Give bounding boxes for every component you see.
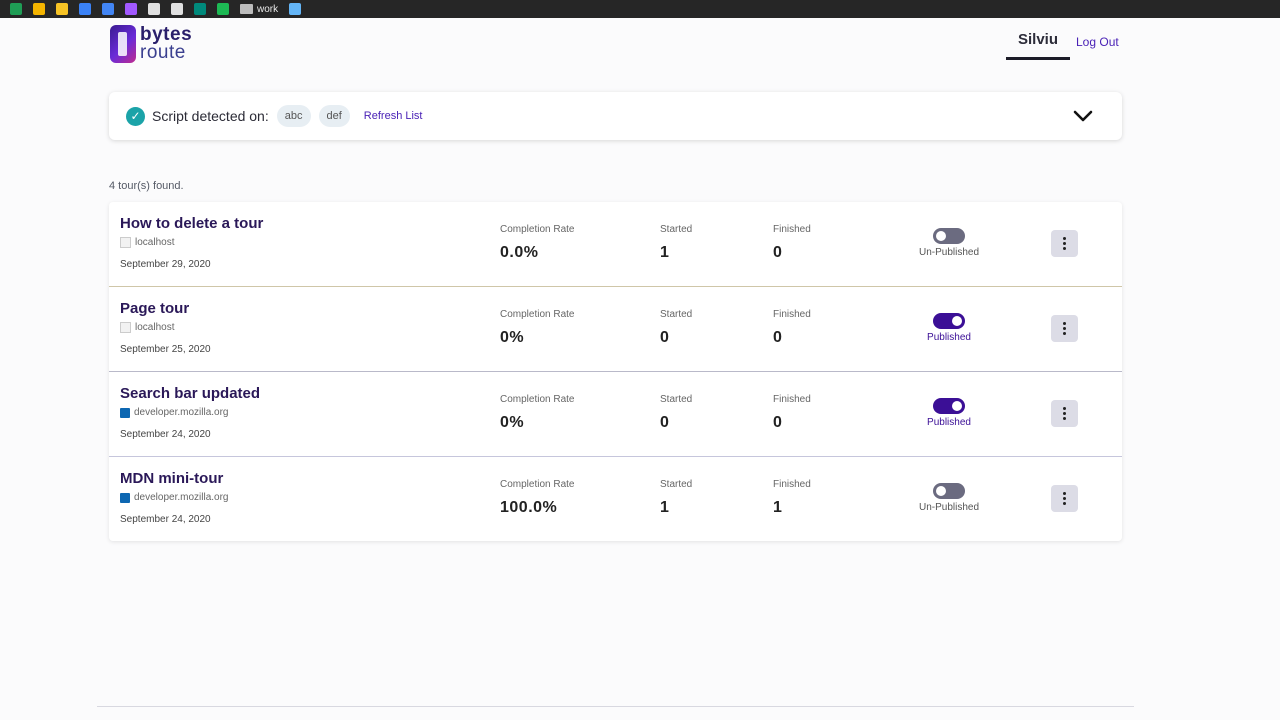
tour-host-text: localhost <box>135 237 175 248</box>
publish-status-label: Published <box>927 332 971 343</box>
chevron-down-icon[interactable] <box>1072 105 1094 127</box>
domain-chip: abc <box>276 105 311 127</box>
finished-label: Finished <box>773 224 811 235</box>
folder-icon <box>240 4 253 14</box>
finished-value: 0 <box>773 329 783 346</box>
sheets-icon[interactable] <box>10 3 22 15</box>
mdn-favicon-icon <box>120 407 130 418</box>
finished-label: Finished <box>773 309 811 320</box>
domain-chip: def <box>318 105 350 127</box>
tour-list: How to delete a tour localhost September… <box>109 202 1122 541</box>
tour-date: September 29, 2020 <box>120 259 211 270</box>
more-options-button[interactable] <box>1051 485 1078 512</box>
completion-rate-label: Completion Rate <box>500 224 575 235</box>
spotify-icon[interactable] <box>217 3 229 15</box>
finished-label: Finished <box>773 394 811 405</box>
tour-row[interactable]: MDN mini-tour developer.mozilla.org Sept… <box>109 457 1122 541</box>
publish-status-label: Un-Published <box>918 247 980 258</box>
started-value: 0 <box>660 329 670 346</box>
completion-rate-value: 0% <box>500 414 525 431</box>
publish-toggle[interactable] <box>933 228 965 244</box>
started-label: Started <box>660 224 693 235</box>
blank-favicon-icon <box>120 237 131 248</box>
lemon-icon[interactable] <box>56 3 68 15</box>
more-options-button[interactable] <box>1051 230 1078 257</box>
check-circle-icon: ✓ <box>126 106 145 126</box>
started-label: Started <box>660 394 693 405</box>
logo-mark-icon <box>110 25 136 63</box>
tour-host: localhost <box>120 237 174 248</box>
tour-host-text: developer.mozilla.org <box>134 492 229 503</box>
tour-host: localhost <box>120 322 174 333</box>
more-options-button[interactable] <box>1051 315 1078 342</box>
tour-title[interactable]: MDN mini-tour <box>120 470 223 487</box>
publish-status-label: Un-Published <box>918 502 980 513</box>
bytesroute-logo[interactable]: bytes route <box>110 25 192 63</box>
tour-host-text: developer.mozilla.org <box>134 407 229 418</box>
refresh-list-button[interactable]: Refresh List <box>364 110 423 122</box>
finished-value: 0 <box>773 244 783 261</box>
finished-value: 0 <box>773 414 783 431</box>
completion-rate-label: Completion Rate <box>500 394 575 405</box>
drive-icon[interactable] <box>33 3 45 15</box>
meet-icon[interactable] <box>194 3 206 15</box>
started-label: Started <box>660 309 693 320</box>
completion-rate-value: 0.0% <box>500 244 539 261</box>
started-label: Started <box>660 479 693 490</box>
script-detected-label: Script detected on: <box>152 108 269 124</box>
tour-title[interactable]: Search bar updated <box>120 385 260 402</box>
figma-icon[interactable] <box>125 3 137 15</box>
tour-title[interactable]: Page tour <box>120 300 189 317</box>
started-value: 1 <box>660 244 670 261</box>
doc-icon[interactable] <box>79 3 91 15</box>
tour-date: September 24, 2020 <box>120 429 211 440</box>
completion-rate-label: Completion Rate <box>500 479 575 490</box>
bookmarks-bar: work <box>0 0 1280 18</box>
mdn-favicon-icon <box>120 492 130 503</box>
maps-icon[interactable] <box>102 3 114 15</box>
bookmark-folder-work[interactable]: work <box>240 4 278 15</box>
completion-rate-value: 0% <box>500 329 525 346</box>
gear-icon[interactable] <box>148 3 160 15</box>
tour-host-text: localhost <box>135 322 175 333</box>
tours-found-count: 4 tour(s) found. <box>109 180 184 192</box>
tour-date: September 25, 2020 <box>120 344 211 355</box>
logout-link[interactable]: Log Out <box>1076 35 1119 49</box>
tour-host: developer.mozilla.org <box>120 492 229 503</box>
completion-rate-label: Completion Rate <box>500 309 575 320</box>
completion-rate-value: 100.0% <box>500 499 558 516</box>
tour-date: September 24, 2020 <box>120 514 211 525</box>
publish-toggle[interactable] <box>933 398 965 414</box>
publish-toggle[interactable] <box>933 483 965 499</box>
bookmark-folder-label: work <box>257 3 279 15</box>
user-tab[interactable]: Silviu <box>1006 31 1070 60</box>
footer-divider <box>97 706 1134 707</box>
publish-status-label: Published <box>927 417 971 428</box>
logo-text-bottom: route <box>140 42 186 63</box>
tour-host: developer.mozilla.org <box>120 407 229 418</box>
tour-row[interactable]: Search bar updated developer.mozilla.org… <box>109 372 1122 457</box>
blank-favicon-icon <box>120 322 131 333</box>
finished-value: 1 <box>773 499 783 516</box>
finished-label: Finished <box>773 479 811 490</box>
tour-row[interactable]: Page tour localhost September 25, 2020 C… <box>109 287 1122 372</box>
started-value: 1 <box>660 499 670 516</box>
tour-title[interactable]: How to delete a tour <box>120 215 263 232</box>
puzzle-icon[interactable] <box>171 3 183 15</box>
script-detection-bar: ✓ Script detected on: abc def Refresh Li… <box>109 92 1122 140</box>
publish-toggle[interactable] <box>933 313 965 329</box>
tour-row[interactable]: How to delete a tour localhost September… <box>109 202 1122 287</box>
mdn-icon[interactable] <box>289 3 302 15</box>
started-value: 0 <box>660 414 670 431</box>
more-options-button[interactable] <box>1051 400 1078 427</box>
